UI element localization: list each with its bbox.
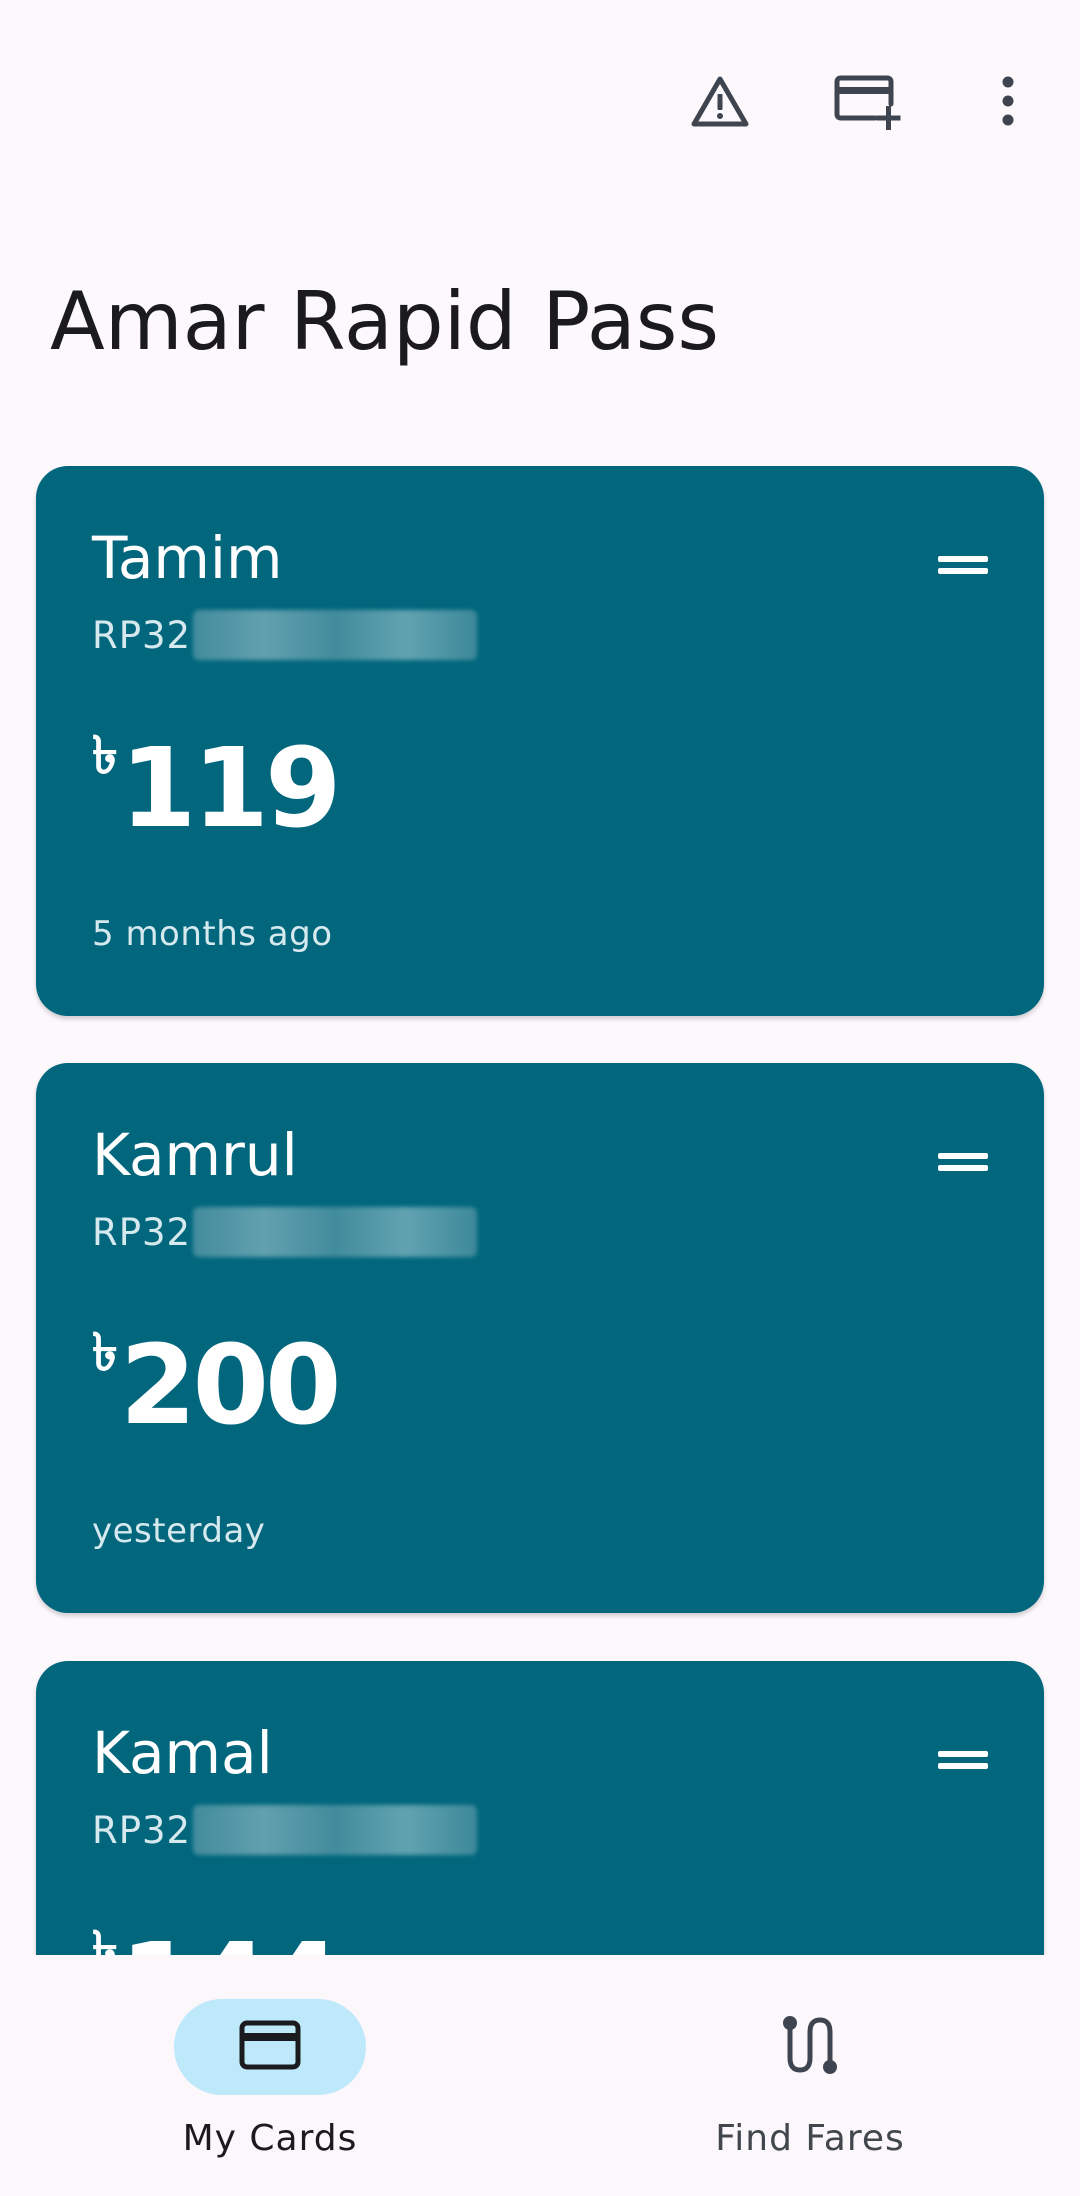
warning-button[interactable]	[664, 46, 776, 158]
card-number: RP32	[92, 608, 478, 662]
nav-label-find-fares: Find Fares	[715, 2118, 905, 2159]
last-updated-time: 5 months ago	[92, 914, 333, 954]
card-number-redacted	[193, 1207, 478, 1257]
bottom-navigation: My Cards Find Fares	[0, 1955, 1080, 2196]
card-number-prefix: RP32	[92, 1808, 192, 1852]
page-title: Amar Rapid Pass	[50, 275, 720, 368]
credit-card-icon	[239, 2020, 301, 2074]
card-holder-name: Kamrul	[92, 1121, 298, 1189]
route-icon	[781, 2014, 839, 2080]
nav-item-my-cards[interactable]: My Cards	[0, 1955, 540, 2196]
drag-handle-icon[interactable]	[938, 552, 988, 580]
add-card-icon	[831, 72, 901, 132]
card-holder-name: Tamim	[92, 524, 283, 592]
balance-amount: 144	[120, 1923, 342, 1955]
more-options-button[interactable]	[952, 46, 1064, 158]
card-balance: ৳ 119	[92, 724, 342, 852]
rapid-pass-card[interactable]: Tamim RP32 ৳ 119 5 months ago	[36, 466, 1044, 1016]
nav-active-indicator	[174, 1999, 366, 2095]
app-screen: Amar Rapid Pass Tamim RP32 ৳ 119 5 month…	[0, 0, 1080, 2196]
card-balance: ৳ 200	[92, 1321, 342, 1449]
balance-amount: 200	[119, 1321, 342, 1449]
card-number-prefix: RP32	[92, 613, 192, 657]
drag-handle-icon[interactable]	[938, 1747, 988, 1775]
nav-item-find-fares[interactable]: Find Fares	[540, 1955, 1080, 2196]
currency-symbol: ৳	[92, 726, 118, 786]
nav-icon-container	[714, 1999, 906, 2095]
currency-symbol: ৳	[92, 1323, 118, 1383]
top-app-bar	[0, 0, 1080, 200]
add-card-button[interactable]	[810, 46, 922, 158]
drag-handle-icon[interactable]	[938, 1149, 988, 1177]
card-number: RP32	[92, 1205, 478, 1259]
card-holder-name: Kamal	[92, 1719, 273, 1787]
card-balance: ৳ 144	[92, 1921, 342, 1955]
card-number-redacted	[193, 610, 478, 660]
card-number-prefix: RP32	[92, 1210, 192, 1254]
more-vert-icon	[998, 74, 1018, 130]
card-number-redacted	[193, 1805, 478, 1855]
warning-icon	[690, 74, 750, 130]
rapid-pass-card[interactable]: Kamrul RP32 ৳ 200 yesterday	[36, 1063, 1044, 1613]
currency-symbol: ৳	[92, 1921, 118, 1955]
balance-amount: 119	[119, 724, 342, 852]
last-updated-time: yesterday	[92, 1511, 266, 1551]
rapid-pass-card[interactable]: Kamal RP32 ৳ 144	[36, 1661, 1044, 1955]
card-number: RP32	[92, 1803, 478, 1857]
card-list[interactable]: Tamim RP32 ৳ 119 5 months ago Kamrul RP3…	[0, 466, 1080, 1955]
nav-label-my-cards: My Cards	[182, 2118, 358, 2159]
